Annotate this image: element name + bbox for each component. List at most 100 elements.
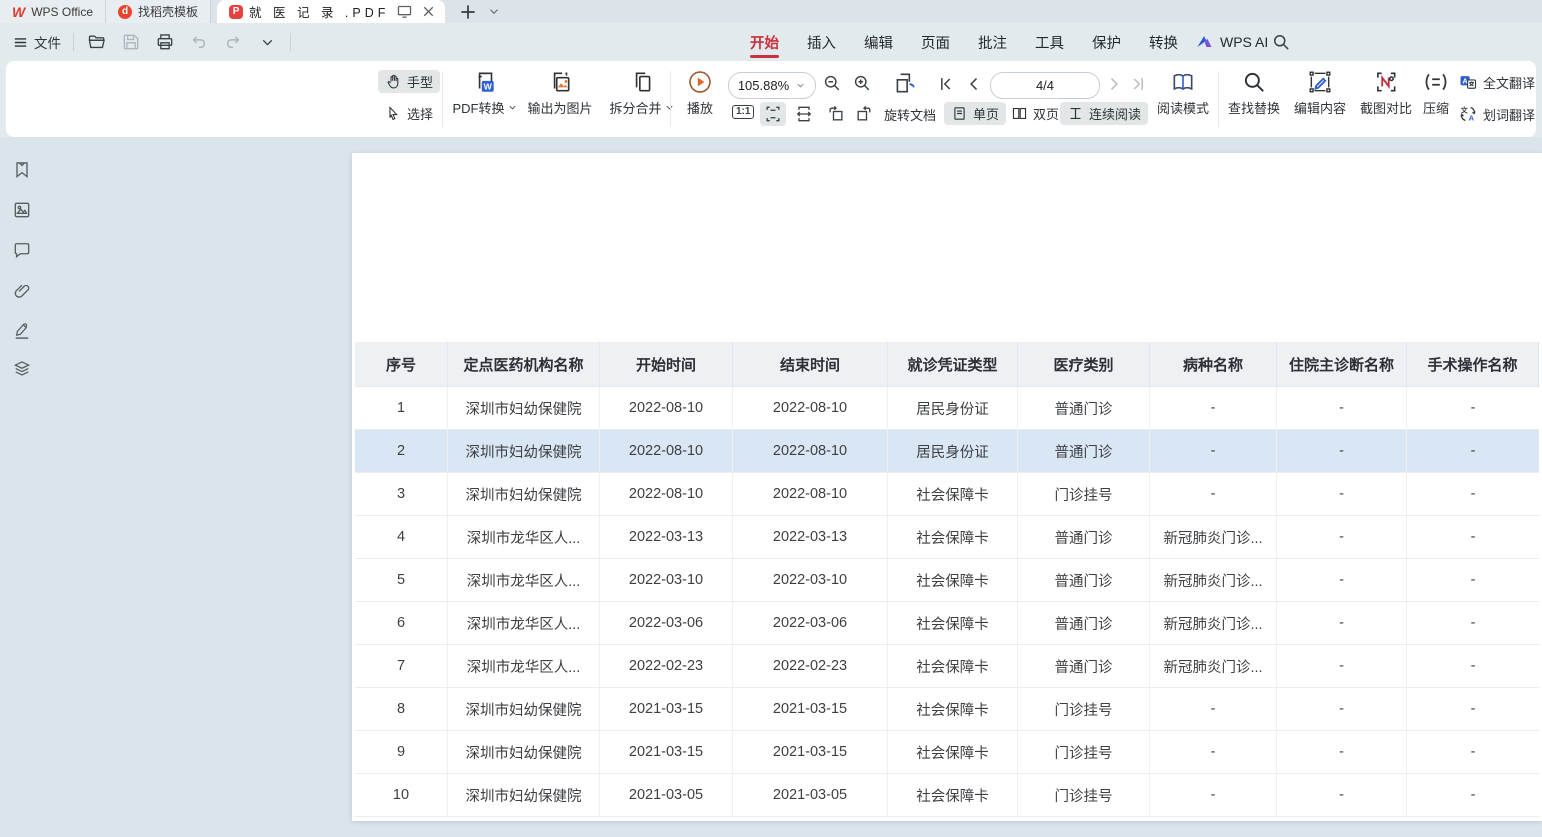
quick-access-chevron-icon[interactable] [256, 31, 278, 53]
table-cell: - [1277, 387, 1407, 430]
actual-size-label: 1:1 [732, 105, 754, 119]
table-cell: - [1150, 688, 1277, 731]
replace-pages-icon[interactable] [892, 70, 918, 96]
table-cell: 3 [355, 473, 448, 516]
table-row: 4深圳市龙华区人...2022-03-132022-03-13社会保障卡普通门诊… [355, 516, 1539, 559]
table-cell: 2021-03-15 [600, 731, 733, 774]
tab-wps-office[interactable]: W WPS Office [0, 0, 106, 23]
file-menu-button[interactable]: 文件 [12, 32, 61, 52]
menu-item-6[interactable]: 保护 [1078, 23, 1135, 61]
new-tab-button[interactable] [457, 1, 479, 23]
table-cell: - [1407, 731, 1539, 774]
menu-item-3[interactable]: 页面 [907, 23, 964, 61]
layers-panel-icon[interactable] [12, 359, 33, 380]
table-cell: 2022-03-10 [600, 559, 733, 602]
divider [290, 33, 291, 51]
table-row: 6深圳市龙华区人...2022-03-062022-03-06社会保障卡普通门诊… [355, 602, 1539, 645]
zoom-level-combobox[interactable]: 105.88% [728, 72, 816, 99]
thumbnail-panel-icon[interactable] [12, 200, 33, 221]
divider [442, 71, 443, 127]
table-cell: - [1407, 387, 1539, 430]
table-cell: 普通门诊 [1018, 430, 1150, 473]
medical-records-table: 序号定点医药机构名称开始时间结束时间就诊凭证类型医疗类别病种名称住院主诊断名称手… [355, 342, 1539, 817]
table-cell: 2022-08-10 [600, 473, 733, 516]
pdf-page[interactable]: 序号定点医药机构名称开始时间结束时间就诊凭证类型医疗类别病种名称住院主诊断名称手… [352, 153, 1542, 821]
compress-button[interactable]: 压缩 [1414, 69, 1458, 117]
save-button[interactable] [120, 31, 142, 53]
rotate-doc-label: 旋转文档 [884, 105, 936, 124]
undo-button[interactable] [188, 31, 210, 53]
rotate-left-button[interactable] [826, 104, 846, 124]
close-tab-icon[interactable] [419, 3, 437, 21]
menu-item-0[interactable]: 开始 [736, 23, 793, 61]
pdf-convert-button[interactable]: PDF转换 [452, 69, 518, 117]
open-file-button[interactable] [86, 31, 108, 53]
comment-panel-icon[interactable] [12, 240, 33, 261]
table-cell: - [1150, 387, 1277, 430]
zoom-out-button[interactable] [822, 73, 842, 93]
export-image-button[interactable]: 输出为图片 [520, 69, 600, 117]
menu-item-4[interactable]: 批注 [964, 23, 1021, 61]
monitor-icon[interactable] [395, 3, 413, 21]
word-translate-button[interactable]: 划词翻译 [1458, 104, 1542, 124]
table-cell: 普通门诊 [1018, 516, 1150, 559]
table-row: 8深圳市妇幼保健院2021-03-152021-03-15社会保障卡门诊挂号--… [355, 688, 1539, 731]
fit-page-button[interactable] [760, 102, 786, 126]
table-cell: 社会保障卡 [888, 516, 1018, 559]
redo-button[interactable] [222, 31, 244, 53]
table-cell: 10 [355, 774, 448, 817]
read-mode-button[interactable]: 阅读模式 [1152, 69, 1214, 117]
tab-document-active[interactable]: P 就 医 记 录 .PDF [217, 0, 445, 23]
file-menu-label: 文件 [34, 32, 61, 52]
next-page-button[interactable] [1104, 74, 1124, 94]
wps-ai-logo-icon [1194, 32, 1214, 52]
table-cell: 普通门诊 [1018, 559, 1150, 602]
page-indicator-value: 4/4 [1036, 78, 1054, 93]
continuous-read-button[interactable]: 连续阅读 [1060, 102, 1148, 125]
divider [1218, 71, 1219, 127]
read-mode-book-icon [1170, 69, 1196, 95]
previous-page-button[interactable] [964, 74, 984, 94]
bookmark-icon[interactable] [12, 160, 33, 181]
table-cell: 普通门诊 [1018, 387, 1150, 430]
tab-list-chevron-icon[interactable] [487, 5, 501, 19]
table-cell: - [1407, 473, 1539, 516]
table-cell: 居民身份证 [888, 430, 1018, 473]
last-page-button[interactable] [1128, 74, 1148, 94]
hand-tool-button[interactable]: 手型 [378, 70, 440, 93]
word-translate-label: 划词翻译 [1483, 105, 1535, 124]
pdf-convert-icon [472, 69, 498, 95]
rotate-right-button[interactable] [854, 104, 874, 124]
menu-item-7[interactable]: 转换 [1135, 23, 1192, 61]
menu-item-5[interactable]: 工具 [1021, 23, 1078, 61]
menu-item-2[interactable]: 编辑 [850, 23, 907, 61]
full-translate-button[interactable]: 全文翻译 [1458, 72, 1535, 92]
table-cell: - [1277, 430, 1407, 473]
header-cell: 序号 [355, 342, 448, 387]
table-cell: - [1407, 430, 1539, 473]
table-row: 1深圳市妇幼保健院2022-08-102022-08-10居民身份证普通门诊--… [355, 387, 1539, 430]
fit-width-button[interactable] [794, 104, 814, 124]
single-page-button[interactable]: 单页 [944, 102, 1006, 125]
find-replace-button[interactable]: 查找替换 [1222, 69, 1286, 117]
wps-ai-button[interactable]: WPS AI [1194, 23, 1268, 61]
table-cell: - [1407, 774, 1539, 817]
play-button[interactable]: 播放 [678, 69, 722, 117]
page-number-input[interactable]: 4/4 [990, 72, 1100, 99]
print-button[interactable] [154, 31, 176, 53]
table-cell: - [1277, 731, 1407, 774]
first-page-button[interactable] [936, 74, 956, 94]
actual-size-button[interactable]: 1:1 [732, 105, 754, 119]
table-cell: 深圳市妇幼保健院 [448, 774, 600, 817]
play-icon [687, 69, 713, 95]
global-search-icon[interactable] [1270, 31, 1292, 53]
select-tool-button[interactable]: 选择 [378, 102, 440, 125]
attachment-panel-icon[interactable] [12, 281, 33, 302]
zoom-in-button[interactable] [852, 73, 872, 93]
tab-docer[interactable]: d 找稻壳模板 [106, 0, 211, 23]
menu-item-1[interactable]: 插入 [793, 23, 850, 61]
signature-panel-icon[interactable] [12, 321, 33, 342]
screenshot-compare-button[interactable]: 截图对比 [1354, 69, 1418, 117]
table-cell: 新冠肺炎门诊... [1150, 559, 1277, 602]
edit-content-button[interactable]: 编辑内容 [1288, 69, 1352, 117]
